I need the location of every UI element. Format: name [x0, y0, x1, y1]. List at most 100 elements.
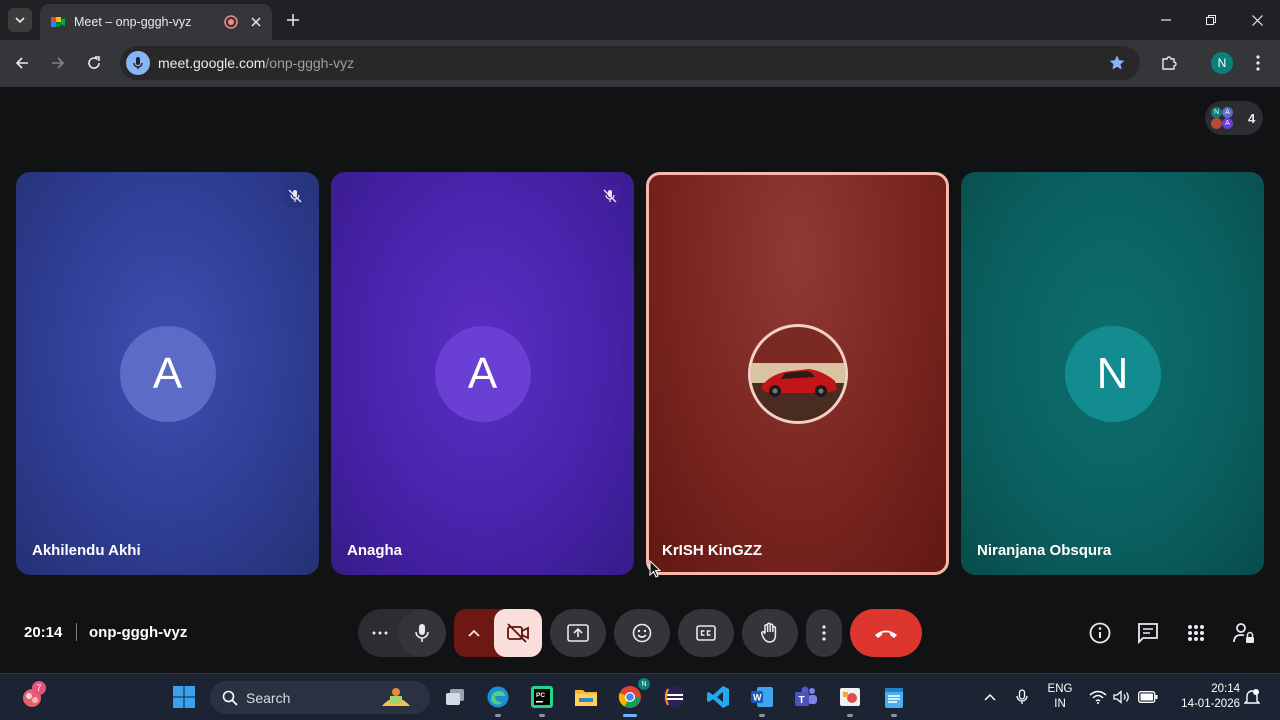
url-host: meet.google.com [158, 55, 266, 71]
bookmark-star-icon[interactable] [1108, 54, 1126, 72]
mic-off-icon [288, 189, 302, 203]
microphone-button[interactable] [398, 609, 446, 657]
participant-tile[interactable]: A Anagha [331, 172, 634, 575]
notepad-icon [885, 688, 903, 708]
captions-button[interactable] [678, 609, 734, 657]
teams-app[interactable]: T [792, 683, 820, 711]
meet-stage: N A A 4 A Akhilendu Akhi A Anagha KrISH … [0, 87, 1280, 673]
snipping-app[interactable] [836, 683, 864, 711]
audio-options-button[interactable] [362, 609, 398, 657]
edge-icon [487, 686, 509, 708]
notepad-app[interactable] [880, 683, 908, 711]
more-vert-icon [822, 625, 826, 641]
participant-tile-speaking[interactable]: KrISH KinGZZ [646, 172, 949, 575]
address-bar[interactable]: meet.google.com/onp-gggh-vyz [120, 46, 1140, 80]
new-tab-button[interactable] [282, 9, 304, 31]
participant-tile[interactable]: N Niranjana Obsqura [961, 172, 1264, 575]
microphone-icon [133, 57, 143, 69]
battery-status[interactable] [1134, 683, 1162, 711]
present-screen-button[interactable] [550, 609, 606, 657]
pycharm-icon: PC [531, 686, 553, 708]
host-controls-button[interactable] [1232, 621, 1256, 645]
chip-avatar: N [1211, 107, 1222, 118]
file-explorer-app[interactable] [572, 683, 600, 711]
chrome-menu-button[interactable] [1246, 51, 1270, 75]
activities-button[interactable] [1184, 621, 1208, 645]
svg-text:PC: PC [536, 692, 545, 699]
mouse-cursor-icon [649, 560, 661, 578]
tab-search-button[interactable] [8, 8, 32, 32]
chat-button[interactable] [1136, 621, 1160, 645]
restore-icon [1206, 15, 1216, 25]
extensions-button[interactable] [1157, 51, 1181, 75]
show-hidden-icons-button[interactable] [976, 683, 1004, 711]
close-icon [251, 17, 261, 27]
hand-icon [760, 622, 777, 643]
speaker-icon [1113, 690, 1129, 704]
info-icon [1089, 622, 1111, 644]
windows-taskbar: 7 Search PC N W T ENG IN 20:14 14-01-202… [0, 673, 1280, 720]
windows-logo-icon [173, 686, 195, 708]
active-indicator [623, 714, 637, 717]
red-sports-car-image [750, 326, 845, 421]
raise-hand-button[interactable] [742, 609, 798, 657]
profile-avatar[interactable]: N [1211, 52, 1233, 74]
battery-icon [1138, 691, 1158, 703]
vscode-app[interactable] [704, 683, 732, 711]
participant-photo-avatar [747, 323, 848, 424]
mic-in-use-tray[interactable] [1008, 683, 1036, 711]
widgets-badge: 7 [32, 681, 46, 695]
more-options-button[interactable] [806, 609, 842, 657]
reload-button[interactable] [82, 51, 106, 75]
volume-status[interactable] [1108, 683, 1136, 711]
tab-close-button[interactable] [248, 14, 264, 30]
participant-name: Anagha [347, 542, 403, 559]
meet-favicon-icon [51, 17, 65, 27]
closed-caption-icon [696, 625, 716, 641]
task-view-button[interactable] [441, 683, 469, 711]
edge-app[interactable] [484, 683, 512, 711]
search-icon [222, 690, 238, 706]
participants-chip[interactable]: N A A 4 [1205, 101, 1263, 135]
more-vert-icon [1256, 55, 1260, 71]
person-lock-icon [1233, 623, 1254, 643]
active-tab[interactable]: Meet – onp-gggh-vyz [40, 4, 272, 40]
start-button[interactable] [170, 683, 198, 711]
leave-call-button[interactable] [850, 609, 922, 657]
meeting-code: onp-gggh-vyz [89, 624, 188, 641]
paint-icon [840, 688, 860, 706]
back-button[interactable] [10, 51, 34, 75]
camera-options-button[interactable] [458, 617, 490, 649]
running-indicator [891, 714, 897, 717]
camera-off-button[interactable] [494, 609, 542, 657]
videocam-off-icon [507, 623, 529, 643]
plus-icon [287, 14, 299, 26]
language-indicator[interactable]: ENG IN [1044, 682, 1076, 712]
chrome-icon [618, 686, 641, 708]
forward-button[interactable] [46, 51, 70, 75]
recording-icon [224, 15, 238, 29]
chevron-up-icon [984, 693, 996, 701]
close-icon [1251, 14, 1263, 26]
meeting-clock: 20:14 [24, 624, 63, 641]
restore-button[interactable] [1199, 8, 1223, 32]
tab-strip: Meet – onp-gggh-vyz [0, 0, 1280, 40]
eclipse-app[interactable] [660, 683, 688, 711]
participant-tile[interactable]: A Akhilendu Akhi [16, 172, 319, 575]
system-clock[interactable]: 20:14 14-01-2026 [1170, 682, 1240, 712]
minimize-button[interactable] [1154, 8, 1178, 32]
word-app[interactable]: W [748, 683, 776, 711]
taskbar-search[interactable]: Search [210, 681, 430, 714]
chrome-app[interactable]: N [616, 678, 650, 711]
mic-in-use-button[interactable] [126, 51, 150, 75]
running-indicator [539, 714, 545, 717]
meeting-details-button[interactable] [1088, 621, 1112, 645]
microphone-icon [415, 624, 429, 642]
window-close-button[interactable] [1245, 8, 1269, 32]
pycharm-app[interactable]: PC [528, 683, 556, 711]
more-horiz-icon [372, 631, 388, 635]
notifications-button[interactable] [1242, 683, 1262, 711]
reactions-button[interactable] [614, 609, 670, 657]
microphone-icon [1016, 689, 1028, 704]
participant-name: Niranjana Obsqura [977, 542, 1112, 559]
